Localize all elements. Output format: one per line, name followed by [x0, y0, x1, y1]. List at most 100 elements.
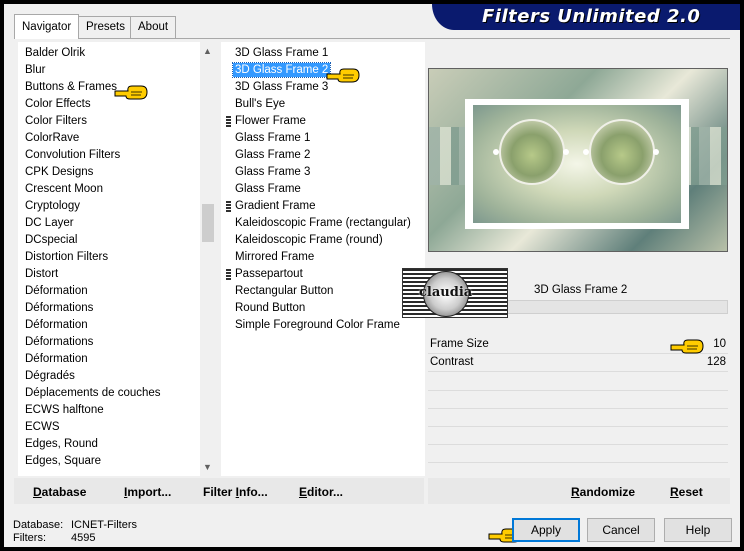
category-item[interactable]: ECWS: [25, 419, 161, 436]
filter-item[interactable]: Glass Frame 3: [221, 164, 425, 181]
category-list[interactable]: Balder Olrik Blur Buttons & Frames Color Ef…: [18, 42, 214, 476]
empty-param-row: [428, 426, 728, 427]
category-item[interactable]: Déplacements de couches: [25, 385, 161, 402]
category-item[interactable]: ColorRave: [25, 130, 161, 147]
database-label: Database:: [13, 519, 64, 531]
scroll-down-arrow-icon[interactable]: ▼: [203, 462, 212, 472]
tab-navigator[interactable]: Navigator: [14, 14, 80, 39]
tab-presets-label: Presets: [86, 21, 125, 33]
filter-list[interactable]: 3D Glass Frame 1 3D Glass Frame 2 3D Glass…: [221, 42, 425, 476]
filter-item[interactable]: Passepartout: [221, 266, 425, 283]
param-row-contrast[interactable]: Contrast 128: [428, 354, 728, 372]
watermark-text: claudia: [419, 285, 473, 300]
filter-item[interactable]: Kaleidoscopic Frame (round): [221, 232, 425, 249]
filter-item[interactable]: Round Button: [221, 300, 425, 317]
database-value: ICNET-Filters: [71, 519, 137, 531]
filter-item[interactable]: Kaleidoscopic Frame (rectangular): [221, 215, 425, 232]
filter-item-label: Rectangular Button: [235, 285, 334, 297]
filter-item-label: Glass Frame 2: [235, 149, 311, 161]
filter-group-icon: [226, 201, 231, 212]
filters-unlimited-window: Filters Unlimited 2.0 Navigator Presets …: [4, 4, 740, 547]
filter-item[interactable]: 3D Glass Frame 1: [221, 45, 425, 62]
param-value: 128: [706, 356, 726, 368]
database-button[interactable]: Database: [33, 485, 86, 499]
category-item[interactable]: Cryptology: [25, 198, 161, 215]
apply-button[interactable]: Apply: [512, 518, 580, 542]
filters-count-value: 4595: [71, 532, 96, 544]
scroll-up-arrow-icon[interactable]: ▲: [203, 46, 212, 56]
category-item[interactable]: Convolution Filters: [25, 147, 161, 164]
shortcut-letter: E: [299, 485, 308, 499]
filter-item[interactable]: Gradient Frame: [221, 198, 425, 215]
empty-param-row: [428, 444, 728, 445]
filter-item[interactable]: Glass Frame 2: [221, 147, 425, 164]
category-item[interactable]: Blur: [25, 62, 161, 79]
button-label: Filter: [203, 485, 236, 499]
import-button[interactable]: Import...: [124, 485, 171, 499]
category-item[interactable]: Balder Olrik: [25, 45, 161, 62]
right-toolbar: Randomize Reset: [428, 478, 730, 504]
category-item[interactable]: DCspecial: [25, 232, 161, 249]
shortcut-letter: R: [670, 485, 679, 499]
preview-dot: [493, 149, 499, 155]
filter-item[interactable]: 3D Glass Frame 2: [221, 62, 425, 79]
shortcut-letter: R: [571, 485, 580, 499]
filter-item-label: Round Button: [235, 302, 306, 314]
preview-dot: [583, 149, 589, 155]
shortcut-letter: D: [33, 485, 42, 499]
category-scroll-thumb[interactable]: [202, 204, 214, 242]
tab-presets[interactable]: Presets: [78, 16, 133, 38]
category-scrollbar[interactable]: ▲ ▼: [200, 42, 216, 476]
category-item[interactable]: CPK Designs: [25, 164, 161, 181]
button-label: andomize: [579, 485, 636, 499]
filter-item[interactable]: 3D Glass Frame 3: [221, 79, 425, 96]
filter-item-label: Glass Frame: [235, 183, 301, 195]
category-item[interactable]: Distort: [25, 266, 161, 283]
filter-item-label: Glass Frame 3: [235, 166, 311, 178]
editor-button[interactable]: Editor...: [299, 485, 343, 499]
filter-item[interactable]: Simple Foreground Color Frame: [221, 317, 425, 334]
filter-item[interactable]: Bull's Eye: [221, 96, 425, 113]
filter-info-button[interactable]: Filter Info...: [203, 485, 268, 499]
randomize-button[interactable]: Randomize: [571, 485, 635, 499]
preview-dot: [563, 149, 569, 155]
empty-param-row: [428, 408, 728, 409]
reset-button[interactable]: Reset: [670, 485, 703, 499]
category-item[interactable]: DC Layer: [25, 215, 161, 232]
param-value: 10: [713, 338, 726, 350]
filter-item[interactable]: Rectangular Button: [221, 283, 425, 300]
preview-glass-circle: [589, 119, 655, 185]
category-item[interactable]: Edges, Square: [25, 453, 161, 470]
category-item[interactable]: Déformation: [25, 283, 161, 300]
cancel-button[interactable]: Cancel: [587, 518, 655, 542]
filter-item[interactable]: Mirrored Frame: [221, 249, 425, 266]
preview-dot: [653, 149, 659, 155]
category-item[interactable]: Distortion Filters: [25, 249, 161, 266]
filter-item[interactable]: Glass Frame 1: [221, 130, 425, 147]
category-item[interactable]: Déformation: [25, 317, 161, 334]
help-button[interactable]: Help: [664, 518, 732, 542]
category-item[interactable]: Déformations: [25, 300, 161, 317]
category-item[interactable]: Color Filters: [25, 113, 161, 130]
category-item[interactable]: Déformation: [25, 351, 161, 368]
category-item[interactable]: Dégradés: [25, 368, 161, 385]
tab-about-label: About: [138, 21, 169, 33]
title-banner: Filters Unlimited 2.0: [432, 4, 740, 30]
filter-item[interactable]: Glass Frame: [221, 181, 425, 198]
filter-item-label: 3D Glass Frame 1: [235, 47, 329, 59]
pointing-hand-icon: [114, 83, 148, 101]
param-label: Frame Size: [430, 338, 489, 350]
filter-item-label: Flower Frame: [235, 115, 306, 127]
filter-item-label: 3D Glass Frame 3: [235, 81, 329, 93]
category-item[interactable]: Déformations: [25, 334, 161, 351]
category-item[interactable]: Crescent Moon: [25, 181, 161, 198]
filter-preview: [428, 68, 728, 252]
category-items: Balder Olrik Blur Buttons & Frames Color Ef…: [25, 45, 161, 470]
tab-about[interactable]: About: [130, 16, 177, 38]
pointing-hand-icon: [326, 66, 360, 84]
filter-item-label: Bull's Eye: [235, 98, 286, 110]
filter-item[interactable]: Flower Frame: [221, 113, 425, 130]
category-item[interactable]: ECWS halftone: [25, 402, 161, 419]
category-item[interactable]: Edges, Round: [25, 436, 161, 453]
window-title: Filters Unlimited 2.0: [482, 6, 701, 27]
